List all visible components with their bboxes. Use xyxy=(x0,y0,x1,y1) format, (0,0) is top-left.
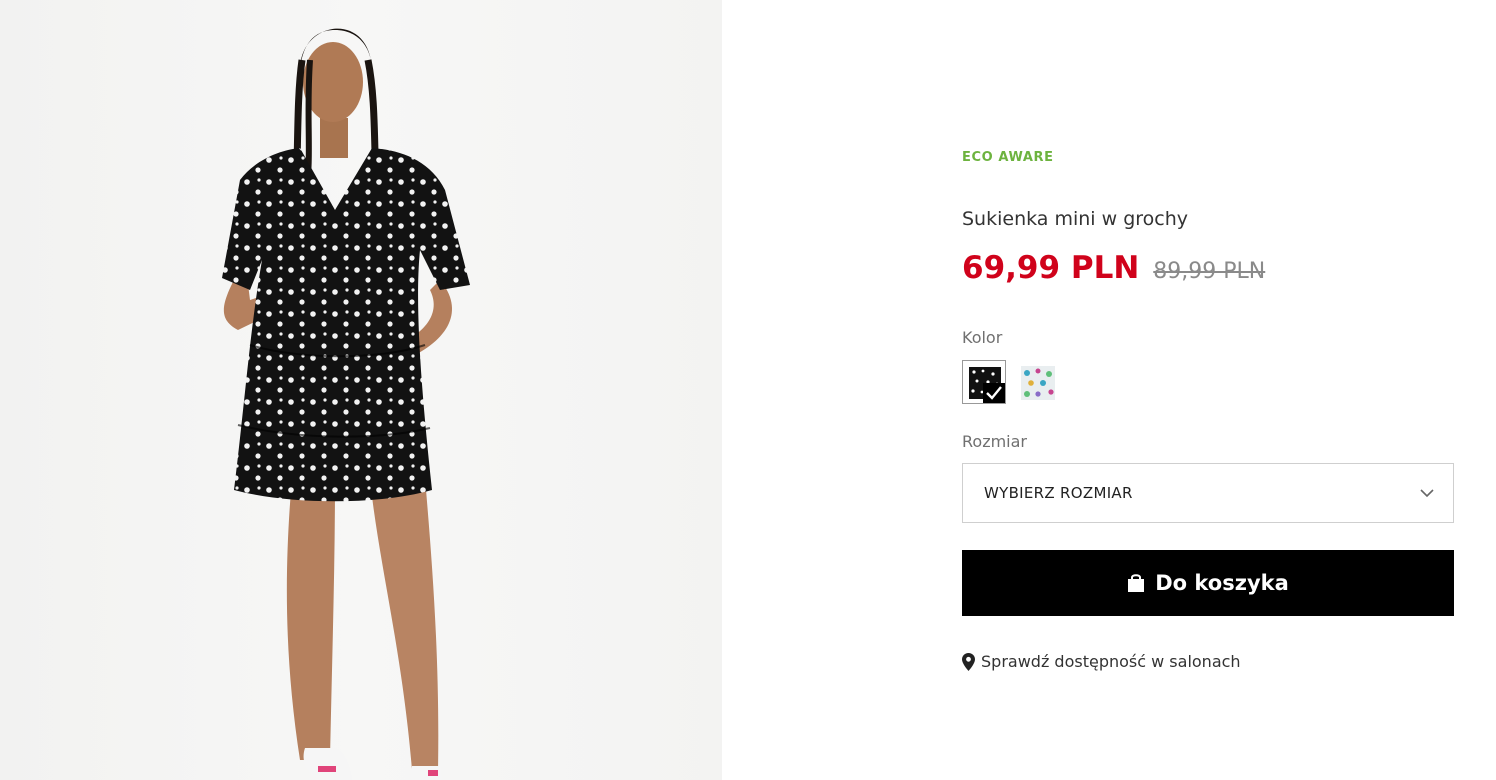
chevron-down-icon xyxy=(1420,489,1434,498)
product-photo[interactable] xyxy=(0,0,722,780)
check-store-availability-label: Sprawdź dostępność w salonach xyxy=(981,652,1241,671)
model-illustration xyxy=(222,28,470,780)
selected-check-icon xyxy=(983,383,1005,403)
eco-aware-badge: ECO AWARE xyxy=(962,150,1054,165)
add-to-cart-button[interactable]: Do koszyka xyxy=(962,550,1454,616)
product-info-panel: ECO AWARE Sukienka mini w grochy 69,99 P… xyxy=(962,0,1454,780)
size-select-placeholder: WYBIERZ ROZMIAR xyxy=(984,484,1133,502)
floral-swatch-icon xyxy=(1021,366,1055,400)
map-pin-icon xyxy=(962,652,975,671)
shopping-bag-icon xyxy=(1128,574,1145,592)
color-swatch-floral[interactable] xyxy=(1016,360,1060,404)
product-title: Sukienka mini w grochy xyxy=(962,208,1189,230)
size-label: Rozmiar xyxy=(962,432,1027,451)
color-label: Kolor xyxy=(962,328,1003,347)
current-price: 69,99 PLN xyxy=(962,250,1140,286)
color-swatches xyxy=(962,360,1060,404)
add-to-cart-label: Do koszyka xyxy=(1155,571,1289,595)
check-store-availability-link[interactable]: Sprawdź dostępność w salonach xyxy=(962,652,1241,671)
old-price: 89,99 PLN xyxy=(1153,259,1266,284)
color-swatch-polka-dot[interactable] xyxy=(962,360,1006,404)
price-row: 69,99 PLN 89,99 PLN xyxy=(962,250,1265,286)
size-select[interactable]: WYBIERZ ROZMIAR xyxy=(962,463,1454,523)
